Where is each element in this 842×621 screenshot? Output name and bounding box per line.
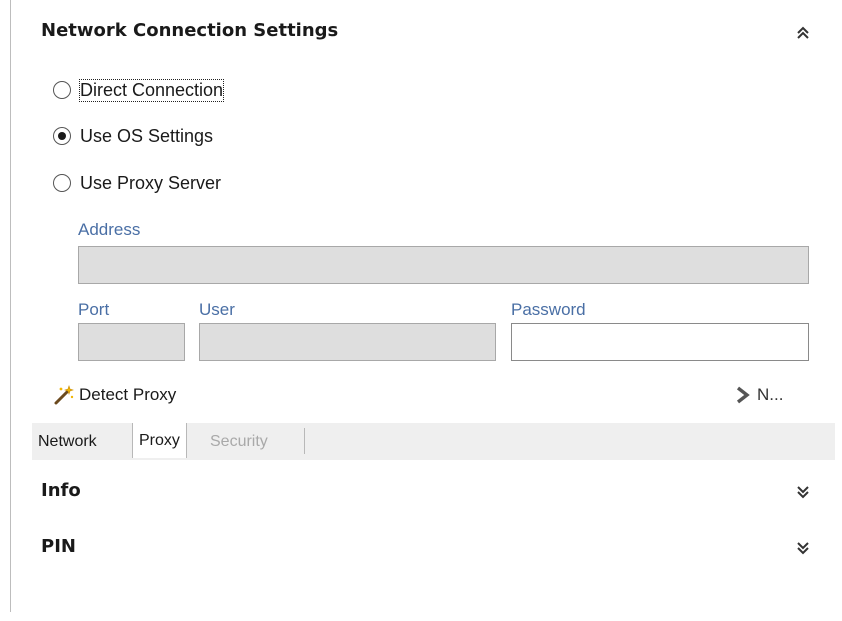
double-chevron-down-icon[interactable] — [793, 482, 813, 502]
next-label: N... — [757, 385, 784, 404]
magic-wand-icon — [54, 385, 74, 405]
use-proxy-server-label: Use Proxy Server — [80, 172, 222, 193]
address-field[interactable] — [78, 246, 809, 284]
network-connection-settings-panel: Network Connection Settings Direct Conne… — [11, 0, 835, 460]
use-proxy-server-radio[interactable] — [53, 174, 71, 192]
double-chevron-down-icon[interactable] — [793, 538, 813, 558]
direct-connection-option[interactable]: Direct Connection — [53, 78, 225, 102]
address-label: Address — [78, 220, 141, 239]
tab-proxy-label: Proxy — [139, 431, 180, 449]
use-proxy-server-option[interactable]: Use Proxy Server — [53, 171, 221, 195]
detect-proxy-label: Detect Proxy — [79, 385, 177, 404]
network-settings-title: Network Connection Settings — [41, 20, 339, 41]
network-settings-header[interactable]: Network Connection Settings — [11, 0, 835, 60]
password-label: Password — [511, 300, 586, 319]
user-field[interactable] — [199, 323, 496, 361]
tab-network[interactable]: Network — [32, 423, 103, 460]
double-chevron-up-icon[interactable] — [793, 23, 813, 43]
port-field[interactable] — [78, 323, 185, 361]
next-button[interactable]: N... — [735, 382, 783, 408]
use-os-settings-option[interactable]: Use OS Settings — [53, 124, 213, 148]
use-os-settings-radio[interactable] — [53, 127, 71, 145]
use-os-settings-label: Use OS Settings — [80, 125, 214, 146]
tab-security-label: Security — [210, 432, 268, 450]
tab-proxy[interactable]: Proxy — [132, 423, 187, 458]
direct-connection-radio[interactable] — [53, 81, 71, 99]
port-label: Port — [78, 300, 110, 319]
user-label: User — [199, 300, 235, 319]
chevron-right-icon — [736, 386, 750, 404]
tab-security: Security — [204, 423, 274, 460]
pin-section-title: PIN — [41, 536, 76, 557]
direct-connection-label: Direct Connection — [78, 78, 225, 102]
pin-section-header[interactable]: PIN — [11, 521, 835, 571]
tab-separator — [304, 428, 305, 454]
detect-proxy-button[interactable]: Detect Proxy — [53, 382, 176, 408]
info-section-title: Info — [41, 480, 81, 501]
info-section-header[interactable]: Info — [11, 465, 835, 515]
password-field[interactable] — [511, 323, 809, 361]
tab-network-label: Network — [38, 432, 97, 450]
